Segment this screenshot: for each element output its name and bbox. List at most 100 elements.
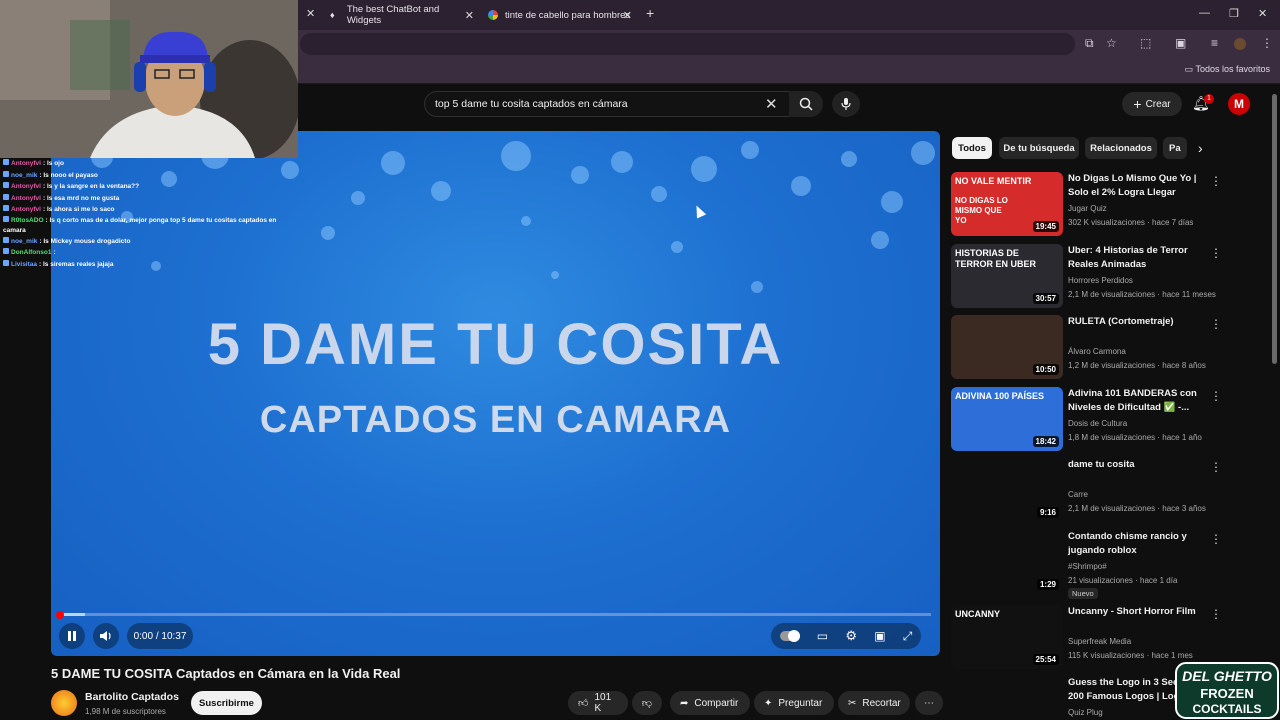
subtitles-icon[interactable]: ▭ xyxy=(817,629,828,643)
recommended-video[interactable]: 9:16 dame tu cosita Carre 2,1 M de visualiz… xyxy=(951,458,1222,526)
recommended-video[interactable]: ADIVINA 100 PAÍSES 18:42 Adivina 101 BANDE… xyxy=(951,387,1222,455)
chat-username: noe_mik xyxy=(11,171,38,179)
recommended-video[interactable]: HISTORIAS DE TERROR EN UBER 30:57 Uber: 4 … xyxy=(951,244,1222,312)
bokeh-spot xyxy=(381,151,405,175)
scrubber-handle[interactable] xyxy=(56,611,64,619)
maximize-icon[interactable]: ❐ xyxy=(1229,7,1239,20)
profile-icon[interactable] xyxy=(1234,38,1246,50)
menu-icon[interactable]: ⋮ xyxy=(1261,36,1273,50)
settings-gear-icon[interactable]: ⚙ xyxy=(845,628,857,644)
video-thumbnail[interactable]: ADIVINA 100 PAÍSES 18:42 xyxy=(951,387,1063,451)
more-options-icon[interactable]: ⋮ xyxy=(1210,460,1222,474)
more-options-icon[interactable]: ⋮ xyxy=(1210,174,1222,188)
recommended-video-title[interactable]: Adivina 101 BANDERAS con Niveles de Difi… xyxy=(1068,387,1208,415)
recommended-channel[interactable]: Jugar Quiz xyxy=(1068,204,1107,213)
video-thumbnail[interactable]: 1:29 xyxy=(951,530,1063,594)
recommended-video[interactable]: NO VALE MENTIR NO DIGAS LO MISMO QUE YO 19… xyxy=(951,172,1222,240)
bokeh-spot xyxy=(651,186,667,202)
address-field[interactable] xyxy=(300,33,1075,55)
autoplay-toggle-icon[interactable] xyxy=(779,630,800,642)
clear-icon[interactable]: ✕ xyxy=(765,95,778,113)
close-icon[interactable]: ✕ xyxy=(306,7,315,20)
extensions-icon[interactable]: ⬚ xyxy=(1140,36,1151,50)
recommended-video-title[interactable]: No Digas Lo Mismo Que Yo | Solo el 2% Lo… xyxy=(1068,172,1208,200)
window-close-icon[interactable]: ✕ xyxy=(1258,7,1267,20)
del-ghetto-logo-image: DEL GHETTO FROZEN COCKTAILS xyxy=(1175,662,1279,719)
recommended-meta: 302 K visualizaciones · hace 7 días xyxy=(1068,218,1194,227)
video-thumbnail[interactable]: 10:50 xyxy=(951,315,1063,379)
share-button[interactable]: ➦ Compartir xyxy=(670,691,750,715)
create-button[interactable]: + Crear xyxy=(1122,92,1182,116)
voice-search-button[interactable] xyxy=(832,91,860,117)
dislike-button[interactable]: 👎︎ xyxy=(632,691,662,715)
recommended-channel[interactable]: Carre xyxy=(1068,490,1088,499)
install-icon[interactable]: ⧉ xyxy=(1085,36,1094,51)
recommended-video-title[interactable]: Uber: 4 Historias de Terror Reales Anima… xyxy=(1068,244,1208,272)
chip-todos[interactable]: Todos xyxy=(952,137,992,159)
search-button[interactable] xyxy=(789,91,823,117)
subscriber-count: 1,98 M de suscriptores xyxy=(85,707,166,716)
chevron-right-icon[interactable]: › xyxy=(1198,140,1203,156)
browser-tab[interactable]: ♦ The best ChatBot and Widgets ✕ xyxy=(330,4,474,26)
chip-de-tu-busqueda[interactable]: De tu búsqueda xyxy=(999,137,1079,159)
pause-icon xyxy=(68,631,76,641)
recommended-channel[interactable]: Quiz Plug xyxy=(1068,708,1103,717)
recommended-video[interactable]: 1:29 Contando chisme rancio y jugando rob… xyxy=(951,530,1222,599)
like-button[interactable]: 👍︎ 101 K xyxy=(568,691,628,715)
recommended-channel[interactable]: Dosis de Cultura xyxy=(1068,419,1127,428)
sidepanel-icon[interactable]: ▣ xyxy=(1175,36,1186,50)
bokeh-spot xyxy=(321,226,335,240)
recommended-channel[interactable]: Horrores Perdidos xyxy=(1068,276,1133,285)
new-tab-icon[interactable]: + xyxy=(646,5,654,21)
channel-avatar[interactable] xyxy=(51,690,77,716)
recommended-channel[interactable]: #Shrimpo# xyxy=(1068,562,1107,571)
media-icon[interactable]: ≡ xyxy=(1211,36,1218,50)
clip-button[interactable]: ✂ Recortar xyxy=(838,691,910,715)
ask-button[interactable]: ✦ Preguntar xyxy=(754,691,834,715)
miniplayer-icon[interactable]: ▣ xyxy=(874,629,885,643)
chat-username: R0tosADO xyxy=(11,216,44,224)
minimize-icon[interactable]: — xyxy=(1199,7,1210,19)
thumbs-down-icon: 👎︎ xyxy=(641,698,653,709)
channel-name[interactable]: Bartolito Captados xyxy=(85,691,179,703)
recommended-channel[interactable]: Álvaro Carmona xyxy=(1068,347,1126,356)
recommended-channel[interactable]: Superfreak Media xyxy=(1068,637,1131,646)
more-options-icon[interactable]: ⋮ xyxy=(1210,317,1222,331)
video-thumbnail[interactable]: HISTORIAS DE TERROR EN UBER 30:57 xyxy=(951,244,1063,308)
bokeh-spot xyxy=(841,151,857,167)
subscribe-button[interactable]: Suscribirme xyxy=(191,691,262,715)
video-thumbnail[interactable]: NO VALE MENTIR NO DIGAS LO MISMO QUE YO 19… xyxy=(951,172,1063,236)
recommended-video-title[interactable]: Contando chisme rancio y jugando roblox xyxy=(1068,530,1208,558)
bookmarks-folder[interactable]: ▭ Todos los favoritos xyxy=(1185,64,1270,75)
recommended-video-title[interactable]: Uncanny - Short Horror Film xyxy=(1068,605,1208,619)
volume-button[interactable] xyxy=(93,623,119,649)
more-options-icon[interactable]: ⋮ xyxy=(1210,532,1222,546)
search-input[interactable]: top 5 dame tu cosita captados en cámara … xyxy=(424,91,823,117)
more-actions-button[interactable]: ⋯ xyxy=(915,691,943,715)
star-icon[interactable]: ☆ xyxy=(1106,36,1117,50)
time-display: 0:00 / 10:37 xyxy=(127,623,193,649)
platform-badge-icon xyxy=(3,248,9,254)
recommended-video-title[interactable]: RULETA (Cortometraje) xyxy=(1068,315,1208,329)
scrollbar[interactable] xyxy=(1272,94,1277,364)
more-options-icon[interactable]: ⋮ xyxy=(1210,607,1222,621)
bokeh-spot xyxy=(691,156,717,182)
chip-relacionados[interactable]: Relacionados xyxy=(1085,137,1157,159)
video-thumbnail[interactable]: 9:16 xyxy=(951,458,1063,522)
progress-bar[interactable] xyxy=(59,613,931,616)
recommended-video[interactable]: 10:50 RULETA (Cortometraje) Álvaro Carmona… xyxy=(951,315,1222,383)
bokeh-spot xyxy=(431,181,451,201)
browser-tab[interactable]: tinte de cabello para hombres ✕ xyxy=(488,4,632,26)
close-icon[interactable]: ✕ xyxy=(465,9,474,22)
pause-button[interactable] xyxy=(59,623,85,649)
more-options-icon[interactable]: ⋮ xyxy=(1210,246,1222,260)
video-thumbnail[interactable] xyxy=(951,676,1063,720)
chip-partial[interactable]: Pa xyxy=(1163,137,1187,159)
chat-text: ls q corto mas de a dolar, mejor ponga t… xyxy=(3,216,277,234)
more-options-icon[interactable]: ⋮ xyxy=(1210,389,1222,403)
fullscreen-icon[interactable]: ⤢ xyxy=(903,629,913,644)
account-avatar[interactable]: M xyxy=(1228,93,1250,115)
close-icon[interactable]: ✕ xyxy=(623,9,632,22)
recommended-video-title[interactable]: dame tu cosita xyxy=(1068,458,1208,472)
video-thumbnail[interactable]: UNCANNY 25:54 xyxy=(951,605,1063,669)
